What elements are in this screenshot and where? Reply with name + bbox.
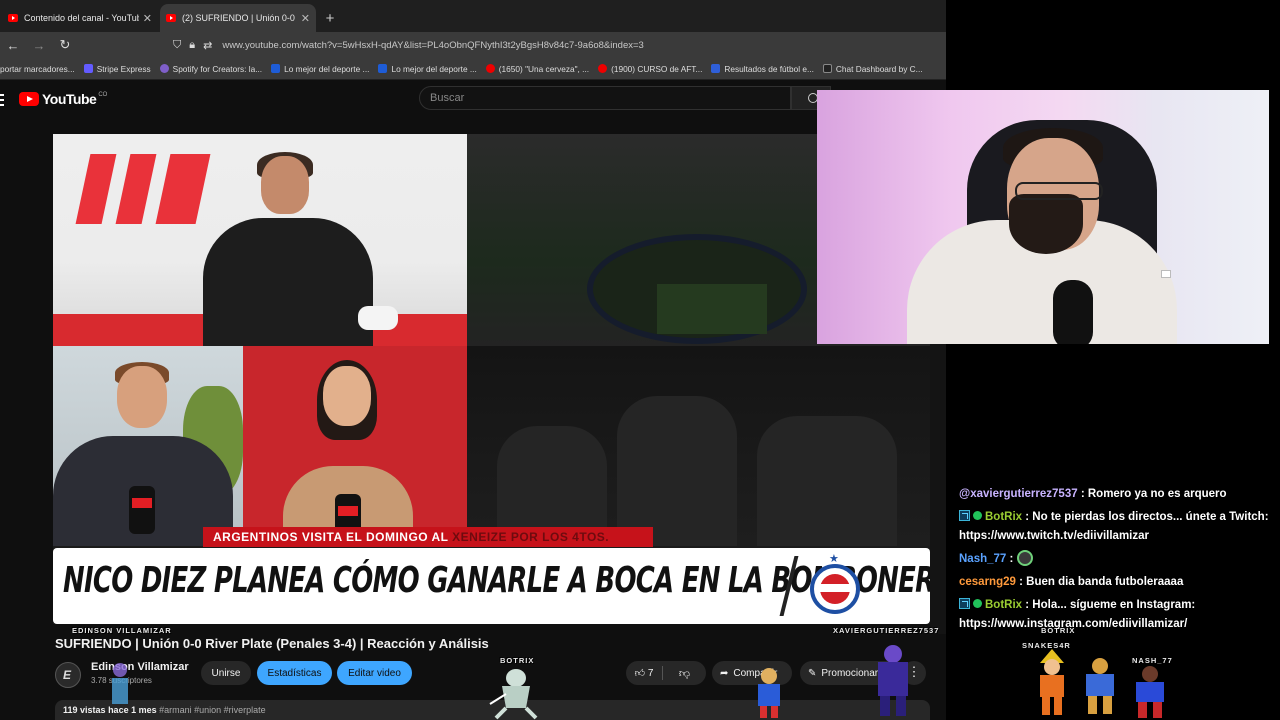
chat-message: @xaviergutierrez7537 : Romero ya no es a… (959, 488, 1227, 500)
verified-badge-icon (973, 511, 982, 520)
network-logo-graphic (75, 154, 213, 224)
reload-icon[interactable]: ↻ (52, 37, 78, 53)
share-icon: ➦ (720, 667, 729, 679)
stats-button[interactable]: Estadísticas (257, 661, 332, 685)
like-button[interactable]: 👍︎ 7 (626, 667, 662, 679)
chat-message: BotRix : No te pierdas los directos... ú… (959, 510, 1269, 542)
youtube-wordmark: YouTube (42, 91, 97, 107)
sports-icon (378, 64, 388, 73)
spotify-icon (159, 64, 169, 73)
reporter-figure (53, 362, 233, 546)
overlay-username: XAVIERGUTIERREZ7537 (833, 626, 940, 635)
webcam-overlay (817, 90, 1269, 344)
bookmark-item[interactable]: (1650) "Una cerveza", ... (485, 64, 589, 74)
overlay-username: EDINSON VILLAMIZAR (72, 626, 172, 635)
screen: { "browser": { "tabs": [ {"title": "Cont… (0, 0, 1280, 720)
join-button[interactable]: Unirse (201, 661, 251, 685)
country-code: CO (98, 92, 108, 98)
promote-icon: ✎ (808, 667, 817, 679)
chat-text: Buen dia banda futboleraaaa (1026, 576, 1184, 588)
browser-window: Contenido del canal - YouTube ✕ (2) SUFR… (0, 0, 946, 720)
character-sprite-icon (878, 645, 908, 716)
sports-icon (271, 64, 281, 73)
menu-icon[interactable] (0, 94, 4, 106)
video-reporters-panel (53, 346, 467, 546)
tab-strip: Contenido del canal - YouTube ✕ (2) SUFR… (0, 0, 946, 32)
chat-message: cesarng29 : Buen dia banda futboleraaaa (959, 576, 1184, 588)
tab-sufriendo[interactable]: (2) SUFRIENDO | Unión 0-0 River ✕ (160, 4, 316, 32)
news-ticker: ARGENTINOS VISITA EL DOMINGO AL XENEIZE … (203, 527, 653, 547)
botrix-sprite-icon (489, 669, 538, 720)
bookmark-item[interactable]: Lo mejor del deporte ... (378, 64, 477, 74)
forward-arrow-icon[interactable]: → (26, 38, 52, 53)
emote-icon (1016, 550, 1033, 566)
permissions-icon[interactable]: ⇄ (203, 39, 212, 52)
chat-dashboard-icon (822, 64, 832, 73)
video-player[interactable]: ARGENTINOS VISITA EL DOMINGO AL XENEIZE … (53, 134, 930, 624)
moderator-badge-icon (959, 598, 970, 609)
tab-contenido-del-canal[interactable]: Contenido del canal - YouTube ✕ (2, 4, 158, 32)
chat-username: Nash_77 (959, 553, 1007, 565)
bookmark-item[interactable]: Spotify for Creators: la... (159, 64, 262, 74)
character-sprite-icon (1086, 658, 1114, 714)
character-sprite-icon (1136, 666, 1164, 718)
bookmark-item[interactable]: Lo mejor del deporte ... (271, 64, 369, 74)
youtube-header: YouTube CO Buscar (0, 80, 946, 120)
character-sprite-icon (112, 663, 128, 704)
headline-banner: NICO DIEZ PLANEA CÓMO GANARLE A BOCA EN … (53, 548, 930, 624)
youtube-icon (485, 64, 495, 73)
chat-text: Romero ya no es arquero (1087, 488, 1227, 500)
youtube-logo[interactable]: YouTube CO (19, 91, 107, 107)
host-figure (203, 152, 398, 346)
shield-icon[interactable]: ⛉ (173, 39, 181, 52)
results-icon (711, 64, 721, 73)
microphone-icon (1053, 280, 1093, 344)
bookmark-item[interactable]: portar marcadores... (0, 64, 75, 74)
glasses-shape (1015, 182, 1103, 200)
bookmarks-bar: portar marcadores... Stripe Express Spot… (0, 58, 946, 80)
youtube-play-icon (19, 92, 39, 106)
address-bar[interactable]: www.youtube.com/watch?v=5wHsxH-qdAY&list… (222, 40, 643, 51)
goku-sprite-icon (1040, 649, 1064, 715)
moderator-badge-icon (959, 510, 970, 521)
video-title: SUFRIENDO | Unión 0-0 River Plate (Penal… (55, 636, 489, 651)
video-studio-panel (53, 134, 467, 346)
channel-avatar[interactable] (55, 662, 81, 688)
bookmark-item[interactable]: Chat Dashboard by C... (822, 64, 923, 74)
live-chat: @xaviergutierrez7537 : Romero ya no es a… (946, 344, 1280, 720)
edit-video-button[interactable]: Editar video (337, 661, 412, 685)
video-crowd-panel (467, 346, 930, 546)
tab-title: Contenido del canal - YouTube (24, 13, 139, 23)
chat-message: Nash_77 : (959, 550, 1277, 569)
reporter-figure (263, 360, 433, 546)
lock-icon[interactable]: 🔒︎ (189, 39, 195, 52)
chat-username: BotRix (985, 599, 1023, 611)
like-dislike-group: 👍︎ 7 👎︎ (626, 661, 706, 685)
chat-username: cesarng29 (959, 576, 1016, 588)
close-tab-icon[interactable]: ✕ (301, 12, 310, 25)
bookmark-item[interactable]: Stripe Express (83, 64, 151, 74)
headline-text: NICO DIEZ PLANEA CÓMO GANARLE A BOCA EN … (63, 560, 930, 601)
close-tab-icon[interactable]: ✕ (143, 12, 152, 25)
bookmark-item[interactable]: (1900) CURSO de AFT... (598, 64, 702, 74)
chat-username: @xaviergutierrez7537 (959, 488, 1078, 500)
stripe-icon (83, 64, 93, 73)
search-input[interactable]: Buscar (419, 86, 791, 110)
bookmark-item[interactable]: Resultados de fútbol e... (711, 64, 814, 74)
sprite-label: BOTRIX (1041, 626, 1076, 635)
club-crest-icon: ★ (807, 552, 863, 618)
back-arrow-icon[interactable]: ← (0, 38, 26, 53)
youtube-favicon-icon (8, 14, 18, 22)
youtube-icon (598, 64, 608, 73)
verified-badge-icon (973, 599, 982, 608)
navigation-bar: ← → ↻ ⛉ 🔒︎ ⇄ www.youtube.com/watch?v=5wH… (0, 32, 946, 58)
chat-username: BotRix (985, 511, 1023, 523)
tab-title: (2) SUFRIENDO | Unión 0-0 River (182, 13, 297, 23)
new-tab-button[interactable]: + (318, 4, 342, 32)
youtube-favicon-icon (166, 14, 176, 22)
chat-message: BotRix : Hola... sígueme en Instagram: h… (959, 598, 1196, 630)
dislike-button[interactable]: 👎︎ (663, 667, 706, 680)
character-sprite-icon (758, 668, 780, 718)
